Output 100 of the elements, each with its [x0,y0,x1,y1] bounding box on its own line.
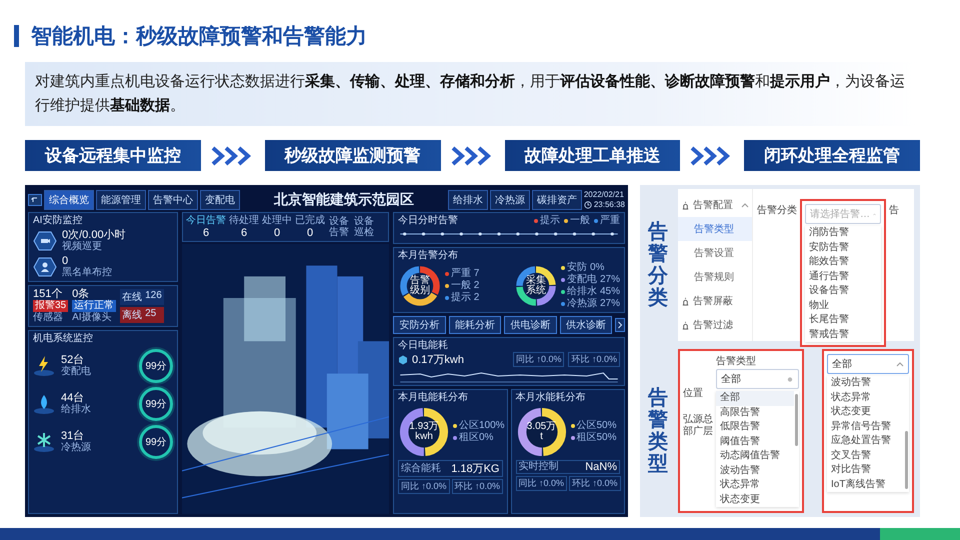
section-label: 告警分类 [648,221,668,309]
dropdown-option[interactable]: 状态异常 [716,478,794,492]
alarm-stat-value: 0 [306,227,314,239]
donut-center-label: 3.05万t [526,420,556,444]
step-banner: 故障处理工单推送 [504,140,680,171]
dropdown-option[interactable]: 交叉告警 [827,448,904,463]
legend-label: 一般 2 [451,280,480,292]
stat-value: 0次/0.00小时 [62,229,126,241]
legend-label: 公区100% [459,420,505,432]
device-count: 44台 [61,392,84,404]
alarm-stat-label: 处理中 [262,215,292,227]
field-label: 告警类型 [716,354,757,368]
stat-label: 视频巡更 [62,241,103,253]
alarm-stat-label: 待处理 [229,215,259,227]
comparison-chip: 同比 ↑0.0% [398,479,450,494]
nav-tab[interactable]: 变配电 [200,190,240,210]
dropdown-option[interactable]: 低限告警 [716,420,794,434]
dropdown-option[interactable]: 高限告警 [716,406,794,420]
dropdown-option[interactable]: 设备告警 [805,284,876,298]
legend-label: 变配电 27% [567,274,620,286]
alarm-title: 今日告警 [186,215,226,227]
system-label: 变配电 [61,366,91,378]
dropdown-option[interactable]: 动态阈值告警 [716,449,794,464]
alarm-stat-label: 已完成 [295,215,325,227]
dropdown-option[interactable]: IoT离线告警 [827,478,904,492]
dropdown-option[interactable]: 消防告警 [805,226,876,240]
time-text: 23:56:38 [594,200,625,210]
nav-tab[interactable]: 综合概览 [44,190,94,210]
score-gauge: 99分 [139,349,173,383]
panel-title: 今日分时告警 [398,215,458,227]
table-cell-text: 位置 [683,388,704,400]
slide-title: 智能机电：秒级故障预警和告警能力 [31,24,367,50]
device-count: 0条 [72,288,90,300]
dropdown-option[interactable]: 安防告警 [805,240,876,255]
dropdown-option[interactable]: 状态变更 [716,492,794,507]
menu-group[interactable]: 告警屏蔽 [693,294,733,308]
nav-tab[interactable]: 冷热源 [490,190,530,210]
nav-tab[interactable]: 告警中心 [148,190,198,210]
dropdown-option[interactable]: 异常信号告警 [827,420,904,434]
dropdown-option[interactable]: 状态异常 [827,390,904,405]
dropdown-option[interactable]: 阈值告警 [716,434,794,449]
system-label: 给排水 [61,404,91,416]
metric-label: 实时控制 [518,461,558,473]
dropdown-option[interactable]: 波动告警 [827,376,904,390]
energy-value: 0.17万kwh [412,353,464,367]
dropdown-option[interactable]: 状态变更 [827,405,904,420]
dropdown-option[interactable]: 长尾告警 [805,313,876,328]
legend-label: 提示 [540,215,560,227]
select-field[interactable]: 全部 [827,354,909,374]
analysis-button[interactable]: 供电诊断 [504,316,556,334]
dropdown-option[interactable]: 通行告警 [805,270,876,284]
score-gauge: 99分 [139,425,173,459]
alarm-link[interactable]: 设备巡检 [353,216,375,238]
panel-title: 今日电能耗 [398,340,449,352]
menu-item[interactable]: 告警规则 [678,265,752,289]
analysis-button[interactable]: 安防分析 [393,316,446,334]
nav-tab[interactable]: 给排水 [448,190,488,210]
panel-title: AI安防监控 [33,215,84,227]
menu-item[interactable]: 告警类型 [678,217,752,241]
dropdown-option[interactable]: 警戒告警 [805,328,876,342]
status-label: 在线 [122,290,142,304]
comparison-chip: 同比 ↑0.0% [512,352,564,367]
dropdown-option[interactable]: 对比告警 [827,463,904,478]
legend-label: 严重 7 [451,268,480,280]
step-banner: 秒级故障监测预警 [264,140,440,171]
select-field[interactable]: 全部 [716,369,799,389]
donut-center-label: 告警级别 [409,275,431,297]
nav-tab[interactable]: 碳排资产 [532,190,582,210]
menu-item[interactable]: 告警设置 [678,241,752,265]
comparison-chip: 环比 ↑0.0% [568,352,620,367]
device-count: 151个 [33,288,62,300]
legend-label: 租区0% [459,432,494,444]
comparison-chip: 环比 ↑0.0% [452,479,504,494]
stat-value: 0 [62,255,70,267]
device-label: 传感器 [33,312,63,324]
step-banner: 设备远程集中监控 [25,140,201,171]
alarm-stat-value: 6 [240,227,248,239]
donut-center-label: 1.93万kwh [409,420,439,444]
nav-tab[interactable]: 能源管理 [96,190,146,210]
dropdown-option[interactable]: 波动告警 [716,464,794,478]
comparison-chip: 同比 ↑0.0% [516,476,568,491]
dropdown-option[interactable]: 应急处置告警 [827,434,904,448]
dropdown-option[interactable]: 物业 [805,298,876,313]
metric-value: 1.18万KG [451,462,500,476]
analysis-button[interactable]: 能耗分析 [448,316,501,334]
panel-title: 机电系统监控 [33,333,94,345]
alarm-link[interactable]: 设备告警 [328,216,350,238]
date-text: 2022/02/21 [584,190,625,200]
stat-label: 黑名单布控 [62,267,112,279]
legend-label: 提示 2 [451,292,480,304]
dropdown-option[interactable]: 能效告警 [805,255,876,270]
menu-group[interactable]: 告警配置 [693,198,733,212]
dropdown-option[interactable]: 全部 [716,391,794,406]
field-label: 告警分类 [757,204,797,217]
analysis-button[interactable]: 供水诊断 [560,316,612,334]
alarm-stat-value: 0 [274,227,280,239]
legend-label: 公区50% [576,420,617,432]
menu-group[interactable]: 告警过滤 [693,318,733,332]
legend-label: 严重 [600,215,620,227]
status-value: 25 [145,308,156,321]
